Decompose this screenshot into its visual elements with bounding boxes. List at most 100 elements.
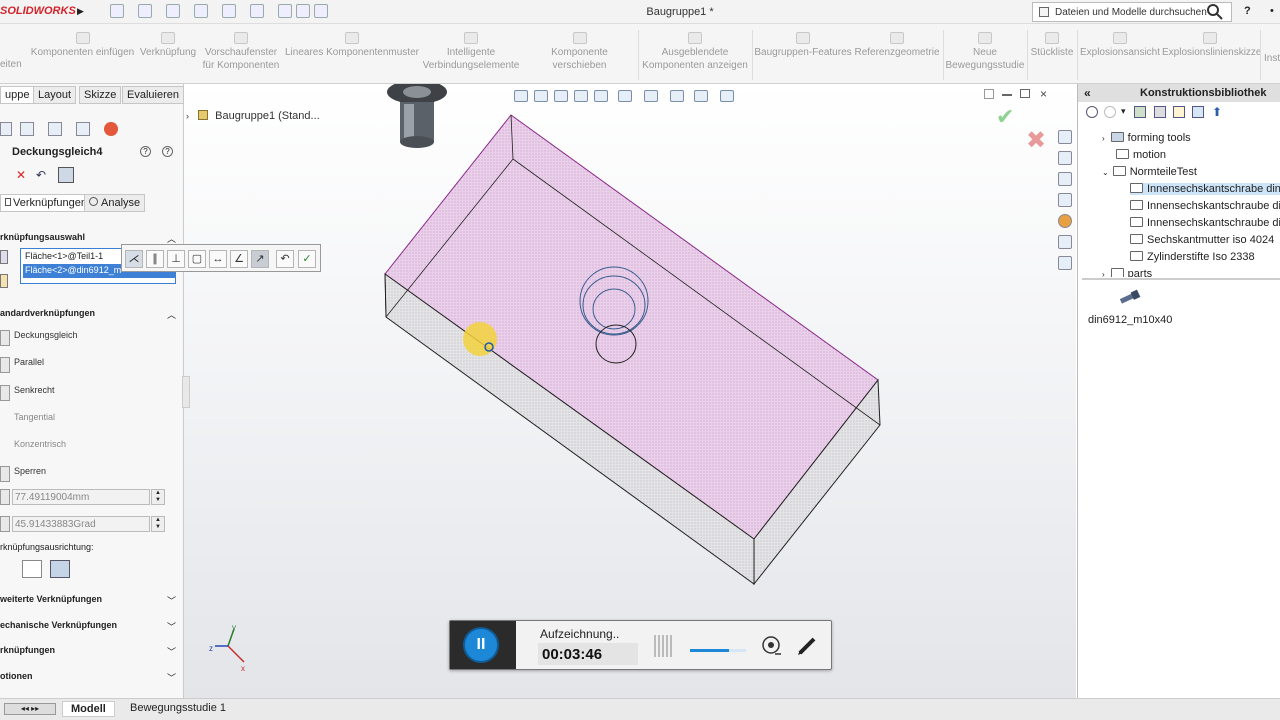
distance-icon[interactable] <box>0 489 10 505</box>
library-item-sechskantmutter[interactable]: Sechskantmutter iso 4024 <box>1130 234 1274 246</box>
confirm-corner-ok-icon[interactable]: ✔ <box>996 104 1014 130</box>
tab-evaluate[interactable]: Evaluieren <box>122 86 184 104</box>
section-standard-mates[interactable]: andardverknüpfungen ︿ <box>0 308 182 320</box>
library-item-din6-selected[interactable]: Innensechskantschrabe din 6 <box>1130 183 1280 195</box>
anti-aligned-button[interactable] <box>50 560 70 578</box>
pen-icon[interactable] <box>796 635 818 657</box>
dropdown-icon[interactable]: ▾ <box>1121 106 1126 117</box>
tab-sketch[interactable]: Skizze <box>79 86 122 104</box>
tab-model[interactable]: Modell <box>62 701 115 717</box>
distance-spinner[interactable]: ▲ ▼ <box>151 489 165 505</box>
cmd-mate[interactable]: Verknüpfung <box>138 32 198 59</box>
search-input[interactable]: Dateien und Modelle durchsuchen <box>1032 2 1232 22</box>
section-mechanical-mates[interactable]: echanische Verknüpfungen ﹀ <box>0 620 182 632</box>
model-viewport[interactable]: y x z <box>184 84 1076 698</box>
volume-slider[interactable] <box>690 649 746 652</box>
section-view-icon[interactable] <box>574 90 588 102</box>
property-manager-icon[interactable] <box>20 122 34 136</box>
cmd-exploded-view[interactable]: Explosionsansicht <box>1079 32 1161 59</box>
zoom-area-icon[interactable] <box>534 90 548 102</box>
feature-manager-icon[interactable] <box>0 122 12 136</box>
view-settings-icon[interactable] <box>720 90 734 102</box>
cmd-cut-left[interactable]: eiten <box>0 58 22 71</box>
cmd-new-motion-study[interactable]: Neue Bewegungsstudie <box>945 32 1025 72</box>
dimxpert-icon[interactable] <box>76 122 90 136</box>
mate-lock[interactable]: Sperren <box>0 466 46 482</box>
add-to-library-icon[interactable] <box>1134 106 1146 118</box>
angle-spinner[interactable]: ▲ ▼ <box>151 516 165 532</box>
home-icon[interactable] <box>1058 130 1072 144</box>
angle-icon[interactable]: ∠ <box>230 250 248 268</box>
up-level-icon[interactable]: ⬆ <box>1212 105 1222 119</box>
pin-icon[interactable] <box>58 167 74 183</box>
library-item-motion[interactable]: motion <box>1116 149 1166 161</box>
mate-parallel[interactable]: Parallel <box>0 357 44 373</box>
distance-input[interactable]: 77.49119004mm <box>12 489 150 505</box>
subtab-analysis[interactable]: Analyse <box>84 194 146 212</box>
hide-show-icon[interactable] <box>644 90 658 102</box>
collapse-icon[interactable]: ⌄ <box>1102 168 1109 177</box>
cmd-linear-pattern[interactable]: Lineares Komponentenmuster <box>285 32 419 59</box>
custom-properties-icon[interactable] <box>1058 235 1072 249</box>
cmd-component-preview[interactable]: Vorschaufenster für Komponenten <box>200 32 282 72</box>
user-icon[interactable]: • <box>1270 5 1274 17</box>
section-mate-selection[interactable]: rknüpfungsauswahl ︿ <box>0 232 182 244</box>
section-advanced-mates[interactable]: weiterte Verknüpfungen ﹀ <box>0 594 182 606</box>
cmd-show-hidden[interactable]: Ausgeblendete Komponenten anzeigen <box>640 32 750 72</box>
bolt-component[interactable] <box>387 84 447 148</box>
parallel-icon[interactable]: ∥ <box>146 250 164 268</box>
appearance-icon[interactable] <box>670 90 684 102</box>
drag-handle-icon[interactable] <box>654 635 674 657</box>
graphics-area[interactable]: y x z × ✔ ✖ <box>184 84 1076 698</box>
coincident-icon[interactable]: ⋌ <box>125 250 143 268</box>
close-icon[interactable]: × <box>1040 87 1047 101</box>
forum-icon[interactable] <box>1058 256 1072 270</box>
library-item-parts[interactable]: › parts <box>1102 268 1152 277</box>
distance-icon[interactable]: ↔ <box>209 250 227 268</box>
cmd-explode-line-sketch[interactable]: Explosionslinienskizze <box>1162 32 1262 59</box>
subtab-mates[interactable]: Verknüpfungen <box>0 194 93 212</box>
minimize-icon[interactable] <box>1002 94 1012 96</box>
mate-perpendicular[interactable]: Senkrecht <box>0 385 55 401</box>
cmd-smart-fasteners[interactable]: Intelligente Verbindungselemente <box>420 32 522 72</box>
tab-motion-study[interactable]: Bewegungsstudie 1 <box>122 701 234 717</box>
back-icon[interactable] <box>1086 106 1098 118</box>
file-explorer-icon[interactable] <box>1058 193 1072 207</box>
expand-icon[interactable]: › <box>1102 134 1105 143</box>
library-item-normteiletest[interactable]: ⌄ NormteileTest <box>1102 166 1197 178</box>
cmd-bom[interactable]: Stückliste <box>1029 32 1075 59</box>
bolt-part-icon[interactable] <box>1118 288 1142 308</box>
pane-splitter[interactable] <box>1082 278 1280 280</box>
cancel-icon[interactable]: ✕ <box>16 168 26 182</box>
help-icon[interactable]: ? <box>140 146 151 157</box>
angle-icon[interactable] <box>0 516 10 532</box>
expand-arrow-icon[interactable]: › <box>186 111 189 121</box>
refresh-icon[interactable] <box>1192 106 1204 118</box>
config-manager-icon[interactable] <box>48 122 62 136</box>
cmd-reference-geometry[interactable]: Referenzgeometrie <box>854 32 940 59</box>
maximize-icon[interactable] <box>1020 89 1030 98</box>
cmd-move-component[interactable]: Komponente verschieben <box>523 32 636 72</box>
undo-icon[interactable]: ↶ <box>36 168 46 182</box>
resources-icon[interactable] <box>1058 151 1072 165</box>
lock-icon[interactable]: ▢ <box>188 250 206 268</box>
previous-view-icon[interactable] <box>554 90 568 102</box>
create-folder-icon[interactable] <box>1173 106 1185 118</box>
forward-icon[interactable] <box>1104 106 1116 118</box>
flip-alignment-icon[interactable]: ↗ <box>251 250 269 268</box>
feature-tree-flyout[interactable]: › Baugruppe1 (Stand... <box>186 110 320 122</box>
library-item-zylinderstifte[interactable]: Zylinderstifte Iso 2338 <box>1130 251 1255 263</box>
section-mates[interactable]: rknüpfungen ﹀ <box>0 645 182 657</box>
search-icon[interactable] <box>1206 3 1224 21</box>
angle-input[interactable]: 45.91433883Grad <box>12 516 150 532</box>
part-file-label[interactable]: din6912_m10x40 <box>1088 314 1172 326</box>
help-button[interactable]: ? <box>1244 5 1251 17</box>
display-style-icon[interactable] <box>618 90 632 102</box>
perpendicular-icon[interactable]: ⊥ <box>167 250 185 268</box>
library-item-innensechskant-2[interactable]: Innensechskantschraube din <box>1130 200 1280 212</box>
aligned-button[interactable] <box>22 560 42 578</box>
library-item-innensechskant-3[interactable]: Innensechskantschraube din <box>1130 217 1280 229</box>
appearances-icon[interactable] <box>1058 214 1072 228</box>
pause-button[interactable]: II <box>463 627 499 663</box>
add-file-location-icon[interactable] <box>1154 106 1166 118</box>
